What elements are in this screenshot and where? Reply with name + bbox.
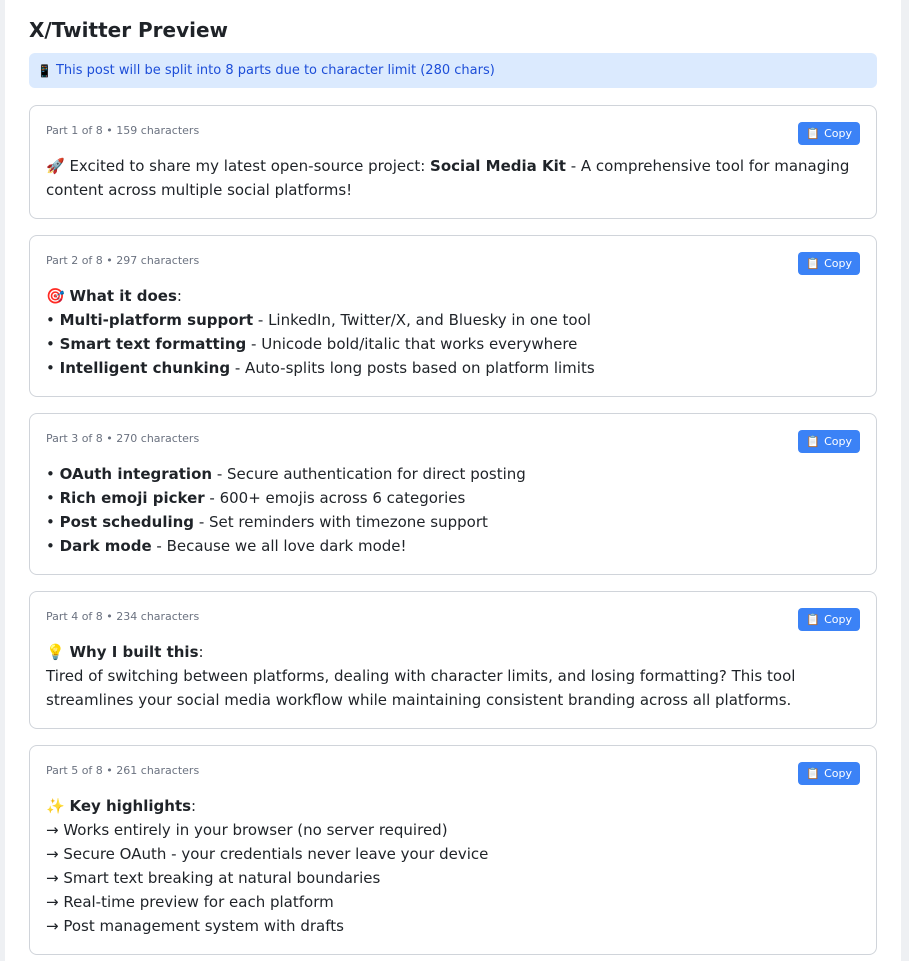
copy-label: Copy	[824, 257, 852, 270]
part-text: 💡 Why I built this: Tired of switching b…	[46, 640, 852, 712]
sparkles-icon: ✨	[46, 797, 65, 815]
rocket-icon: 🚀	[46, 157, 65, 175]
part-text: ✨ Key highlights: → Works entirely in yo…	[46, 794, 852, 938]
section-heading: 🎯 What it does:	[46, 287, 182, 305]
list-item: • Dark mode - Because we all love dark m…	[46, 537, 407, 555]
part-text: 🎯 What it does: • Multi-platform support…	[46, 284, 852, 380]
copy-button[interactable]: 📋 Copy	[798, 122, 860, 145]
clipboard-icon: 📋	[806, 257, 821, 270]
part-meta: Part 5 of 8 • 261 characters	[46, 764, 200, 777]
list-item: → Post management system with drafts	[46, 917, 344, 935]
copy-button[interactable]: 📋 Copy	[798, 762, 860, 785]
clipboard-icon: 📋	[806, 435, 821, 448]
split-info-banner: 📱 This post will be split into 8 parts d…	[29, 53, 877, 88]
post-part-card: Part 2 of 8 • 297 characters 📋 Copy 🎯 Wh…	[29, 235, 877, 397]
post-part-card: Part 1 of 8 • 159 characters 📋 Copy 🚀 Ex…	[29, 105, 877, 219]
preview-panel: X/Twitter Preview 📱 This post will be sp…	[5, 0, 901, 961]
part-meta: Part 1 of 8 • 159 characters	[46, 124, 200, 137]
clipboard-icon: 📋	[806, 613, 821, 626]
section-heading: ✨ Key highlights:	[46, 797, 197, 815]
list-item: • Multi-platform support - LinkedIn, Twi…	[46, 311, 591, 329]
list-item: • Intelligent chunking - Auto-splits lon…	[46, 359, 595, 377]
project-name: Social Media Kit	[430, 157, 566, 175]
post-part-card: Part 3 of 8 • 270 characters 📋 Copy • OA…	[29, 413, 877, 575]
part-meta: Part 4 of 8 • 234 characters	[46, 610, 200, 623]
list-item: • Smart text formatting - Unicode bold/i…	[46, 335, 578, 353]
list-item: → Real-time preview for each platform	[46, 893, 334, 911]
copy-label: Copy	[824, 767, 852, 780]
list-item: • OAuth integration - Secure authenticat…	[46, 465, 526, 483]
part-text: • OAuth integration - Secure authenticat…	[46, 462, 852, 558]
split-info-text: This post will be split into 8 parts due…	[55, 63, 495, 78]
clipboard-icon: 📋	[806, 127, 821, 140]
clipboard-icon: 📋	[806, 767, 821, 780]
list-item: → Secure OAuth - your credentials never …	[46, 845, 489, 863]
list-item: → Works entirely in your browser (no ser…	[46, 821, 448, 839]
light-bulb-icon: 💡	[46, 643, 65, 661]
copy-button[interactable]: 📋 Copy	[798, 252, 860, 275]
list-item: • Rich emoji picker - 600+ emojis across…	[46, 489, 466, 507]
copy-button[interactable]: 📋 Copy	[798, 430, 860, 453]
copy-label: Copy	[824, 127, 852, 140]
section-heading: 💡 Why I built this:	[46, 643, 204, 661]
post-part-card: Part 4 of 8 • 234 characters 📋 Copy 💡 Wh…	[29, 591, 877, 729]
list-item: • Post scheduling - Set reminders with t…	[46, 513, 488, 531]
list-item: → Smart text breaking at natural boundar…	[46, 869, 381, 887]
preview-title: X/Twitter Preview	[29, 18, 229, 42]
copy-label: Copy	[824, 613, 852, 626]
copy-button[interactable]: 📋 Copy	[798, 608, 860, 631]
part-meta: Part 3 of 8 • 270 characters	[46, 432, 200, 445]
mobile-phone-icon: 📱	[37, 63, 52, 78]
part-meta: Part 2 of 8 • 297 characters	[46, 254, 200, 267]
copy-label: Copy	[824, 435, 852, 448]
target-icon: 🎯	[46, 287, 65, 305]
part-text: 🚀 Excited to share my latest open-source…	[46, 157, 850, 199]
post-part-card: Part 5 of 8 • 261 characters 📋 Copy ✨ Ke…	[29, 745, 877, 955]
paragraph: Tired of switching between platforms, de…	[46, 667, 796, 709]
